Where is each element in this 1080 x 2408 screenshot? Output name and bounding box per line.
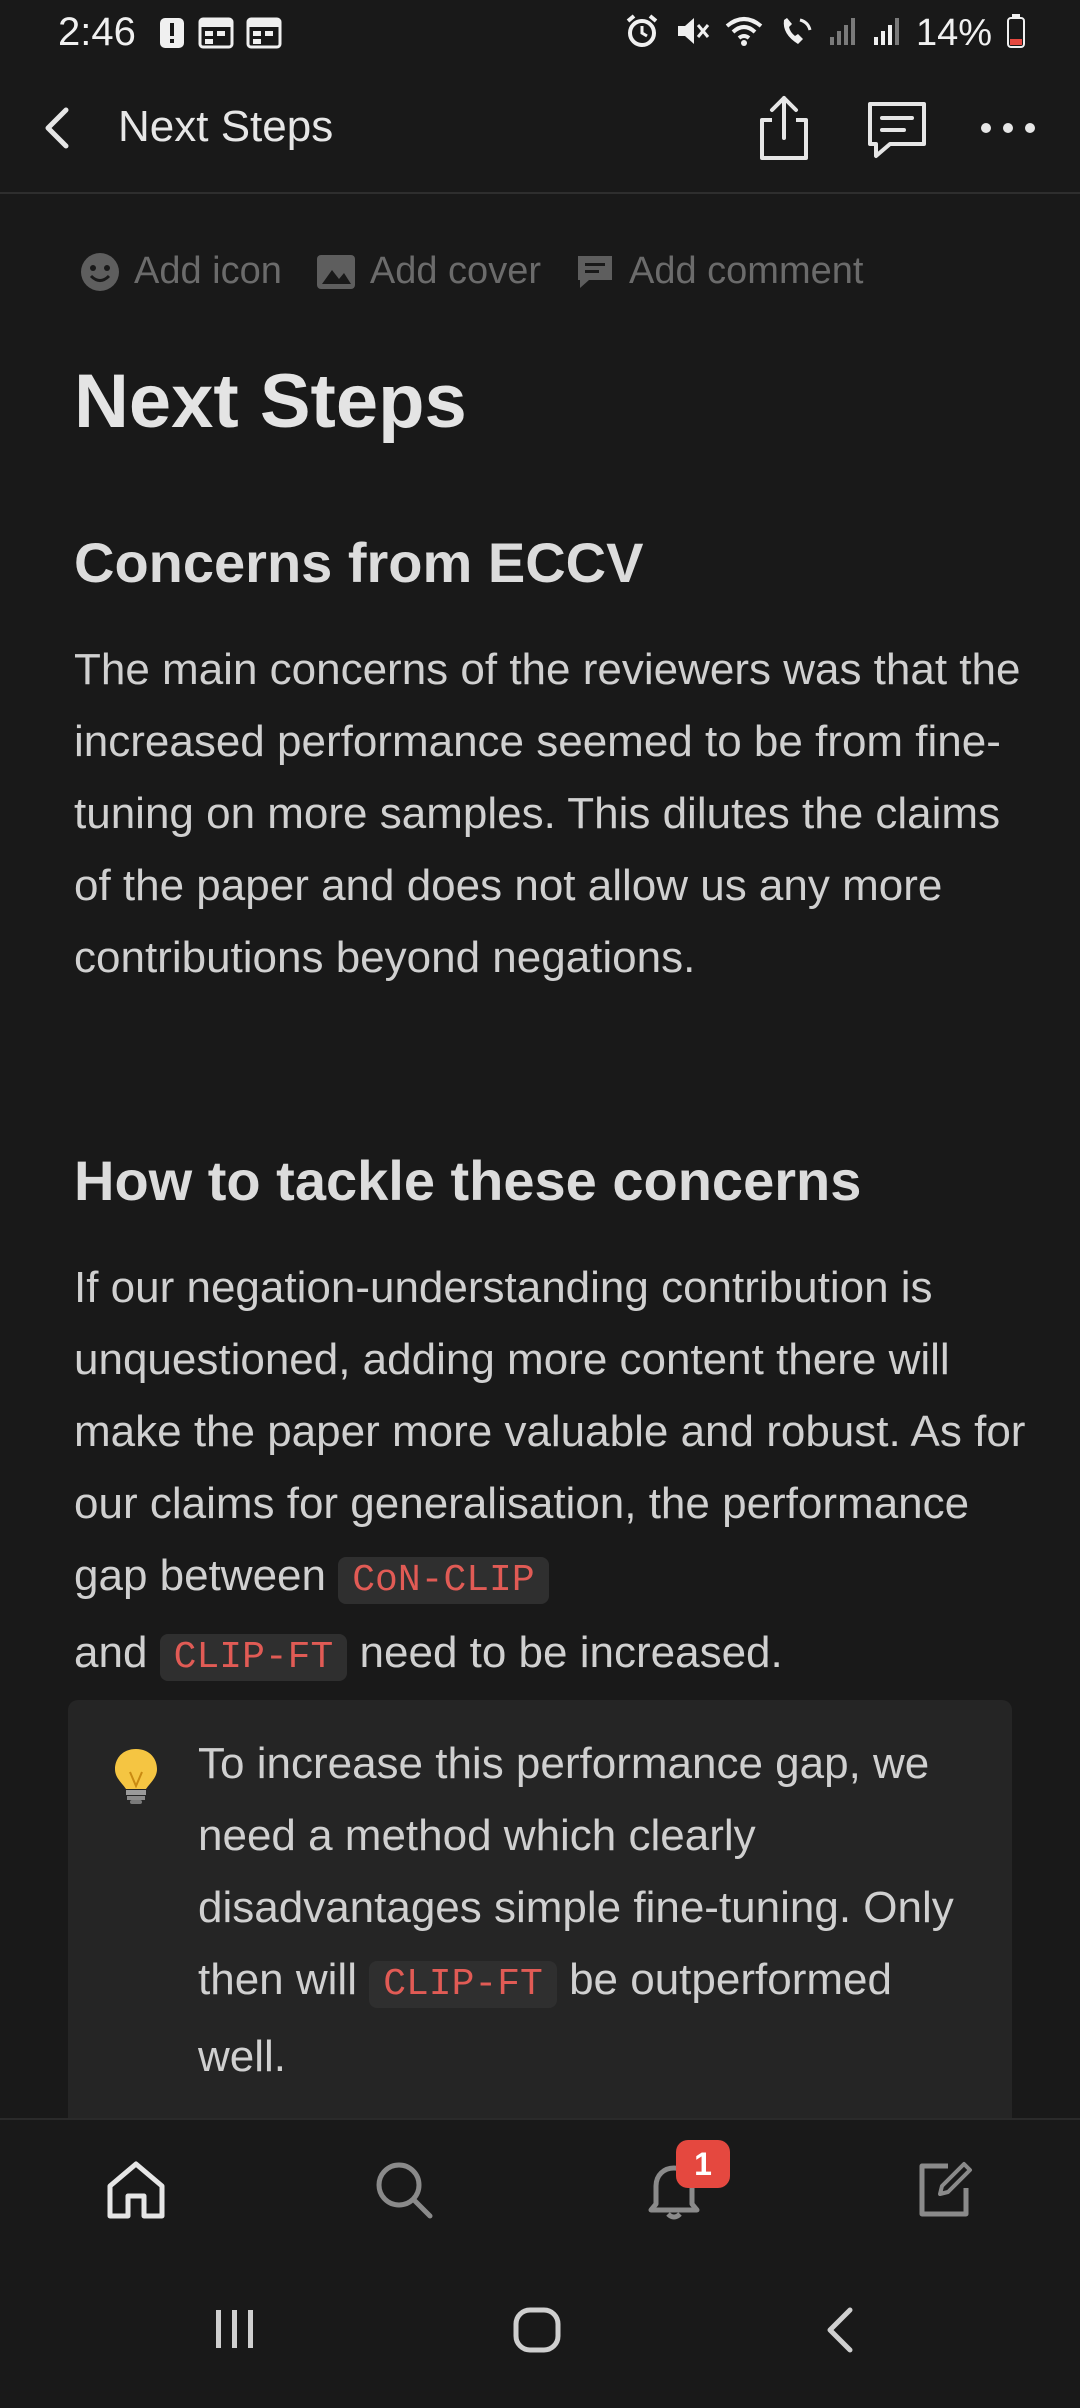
battery-percent: 14% bbox=[915, 12, 992, 54]
back-system-button[interactable] bbox=[820, 2306, 860, 2359]
smiley-icon bbox=[81, 252, 119, 291]
inline-code: CoN-CLIP bbox=[338, 1557, 549, 1604]
home-system-button[interactable] bbox=[512, 2306, 564, 2359]
status-bar: 2:46 14% bbox=[0, 0, 1080, 68]
calendar-icon bbox=[246, 16, 282, 55]
inline-code: CLIP-FT bbox=[369, 1961, 557, 2008]
image-icon bbox=[316, 254, 355, 289]
status-right-icons: 14% bbox=[624, 12, 1026, 55]
paragraph-text: and bbox=[74, 1628, 148, 1677]
callout-block[interactable]: To increase this performance gap, we nee… bbox=[68, 1700, 1012, 2118]
system-navigation bbox=[0, 2260, 1080, 2408]
search-icon bbox=[376, 2162, 433, 2219]
back-icon bbox=[45, 107, 69, 149]
bottom-navigation: 1 bbox=[0, 2118, 1080, 2262]
status-left-icons bbox=[158, 16, 282, 55]
signal-icon bbox=[872, 15, 902, 52]
compose-tab[interactable] bbox=[912, 2158, 976, 2222]
battery-icon bbox=[1006, 13, 1026, 54]
wifi-calling-icon bbox=[778, 14, 814, 53]
calendar-icon bbox=[198, 16, 234, 55]
callout-text[interactable]: To increase this performance gap, we nee… bbox=[198, 1728, 978, 2093]
more-icon bbox=[981, 123, 1035, 133]
comments-button[interactable] bbox=[862, 98, 932, 162]
paragraph-text: need to be increased. bbox=[359, 1628, 783, 1677]
page-actions: Add icon Add cover Add comment bbox=[80, 250, 863, 293]
add-icon-button[interactable]: Add icon bbox=[80, 250, 282, 293]
comment-icon bbox=[577, 255, 612, 288]
recents-icon bbox=[216, 2310, 253, 2348]
status-time: 2:46 bbox=[58, 10, 136, 54]
more-button[interactable] bbox=[978, 116, 1038, 140]
share-icon bbox=[760, 96, 808, 160]
notification-badge: 1 bbox=[676, 2140, 730, 2188]
home-tab[interactable] bbox=[104, 2158, 168, 2222]
heading-concerns[interactable]: Concerns from ECCV bbox=[74, 530, 643, 595]
paragraph-text: If our negation-understanding contributi… bbox=[74, 1263, 1026, 1600]
share-button[interactable] bbox=[752, 92, 816, 164]
add-comment-button[interactable]: Add comment bbox=[575, 250, 863, 293]
add-cover-label: Add cover bbox=[369, 250, 541, 292]
add-icon-label: Add icon bbox=[134, 250, 282, 292]
paragraph-concerns[interactable]: The main concerns of the reviewers was t… bbox=[74, 634, 1034, 994]
lightbulb-icon[interactable] bbox=[110, 1746, 162, 1806]
back-button[interactable] bbox=[30, 96, 90, 160]
page-title-header: Next Steps bbox=[118, 102, 334, 151]
top-app-bar: Next Steps bbox=[0, 68, 1080, 194]
alarm-icon bbox=[624, 13, 660, 54]
back-icon bbox=[827, 2307, 853, 2353]
home-icon bbox=[107, 2161, 165, 2219]
page-title[interactable]: Next Steps bbox=[74, 358, 467, 445]
mute-icon bbox=[674, 13, 710, 54]
heading-tackle[interactable]: How to tackle these concerns bbox=[74, 1148, 861, 1213]
page-content: Add icon Add cover Add comment Next Step… bbox=[0, 194, 1080, 2118]
wifi-icon bbox=[724, 14, 764, 53]
recents-button[interactable] bbox=[210, 2306, 260, 2357]
inline-code: CLIP-FT bbox=[159, 1634, 348, 1681]
add-cover-button[interactable]: Add cover bbox=[316, 250, 541, 293]
paragraph-tackle[interactable]: If our negation-understanding contributi… bbox=[74, 1252, 1034, 1694]
alert-icon bbox=[158, 16, 186, 55]
home-circle-icon bbox=[513, 2307, 561, 2353]
add-comment-label: Add comment bbox=[628, 250, 864, 292]
compose-icon bbox=[919, 2162, 972, 2217]
signal-icon bbox=[828, 15, 858, 52]
search-tab[interactable] bbox=[372, 2158, 436, 2222]
comments-icon bbox=[868, 102, 926, 158]
